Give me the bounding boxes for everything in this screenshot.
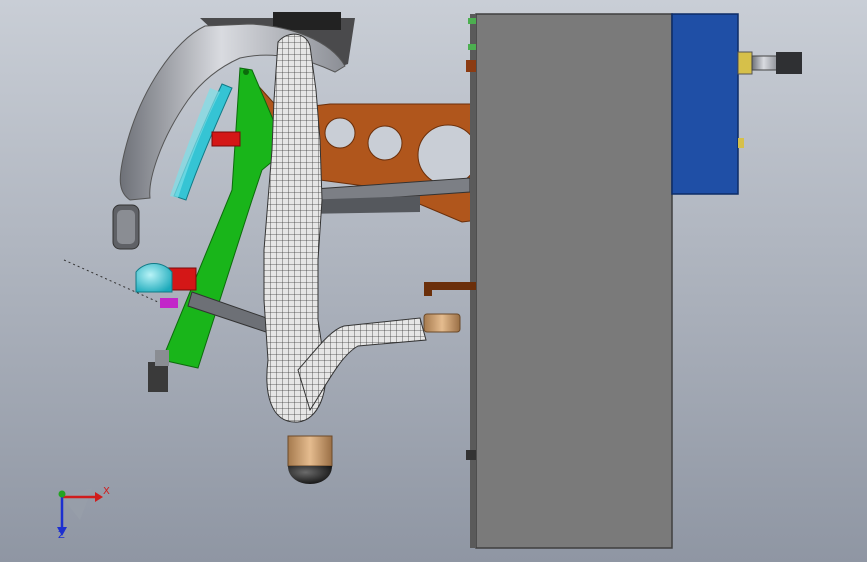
red-pin-upper: [211, 131, 241, 147]
bottom-tool: [287, 435, 333, 484]
x-axis-label: X: [103, 486, 110, 497]
tan-connector: [423, 313, 461, 333]
cad-model-scene: [0, 0, 867, 562]
cad-viewport[interactable]: X Z: [0, 0, 867, 562]
grey-panel: [466, 13, 673, 549]
y-axis-dot: [58, 490, 66, 498]
z-axis-label: Z: [58, 530, 65, 541]
